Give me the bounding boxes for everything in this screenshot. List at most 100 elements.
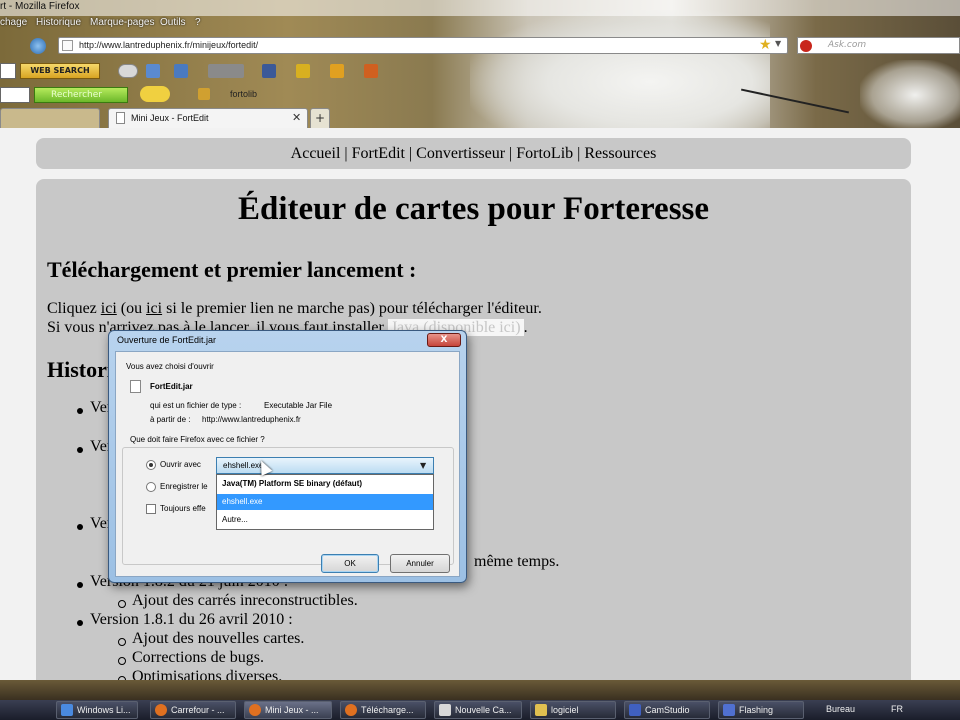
rechercher-button[interactable]: Rechercher [34,87,128,103]
taskbar-button-label: Flashing [739,705,774,715]
option-other[interactable]: Autre... [217,512,433,528]
mail-icon[interactable] [174,64,188,78]
tab-close-icon[interactable]: ✕ [292,111,301,124]
taskbar: Windows Li... Carrefour - ... Mini Jeux … [0,680,960,720]
option-ehshell[interactable]: ehshell.exe [217,494,433,510]
camstudio-icon [629,704,641,716]
list-bullet [77,524,83,530]
download-text: si le premier lien ne marche pas) pour t… [162,300,542,317]
document-icon [116,112,125,124]
fortolib-bookmark[interactable]: fortolib [230,89,257,99]
dialog-close-button[interactable]: X [427,333,461,347]
save-file-radio[interactable] [146,482,156,492]
save-file-label[interactable]: Enregistrer le [160,482,208,491]
toolbar-secondary: Rechercher fortolib [0,86,960,106]
type-label: qui est un fichier de type : [150,401,242,410]
document-icon [439,704,451,716]
menu-item-marque-pages[interactable]: Marque-pages [90,17,154,28]
flashing-icon [723,704,735,716]
taskbar-button-label: logiciel [551,705,579,715]
tab-active[interactable]: Mini Jeux - FortEdit ✕ [108,108,308,128]
toolbar-search-input[interactable] [0,87,30,103]
games-icon[interactable] [296,64,310,78]
web-search-button[interactable]: WEB SEARCH [20,63,100,79]
menu-item-historique[interactable]: Historique [36,17,81,28]
taskbar-button-label: Windows Li... [77,705,131,715]
ask-logo-icon [800,40,812,52]
url-bar[interactable]: http://www.lantreduphenix.fr/minijeux/fo… [58,37,788,54]
taskbar-button-telechargements[interactable]: Télécharge... [340,701,426,719]
taskbar-button-logiciel[interactable]: logiciel [530,701,616,719]
gift-icon[interactable] [364,64,378,78]
window-title: rt - Mozilla Firefox [0,1,80,12]
url-history-dropdown-icon[interactable]: ▼ [775,39,781,48]
nav-link-fortolib[interactable]: FortoLib [516,145,573,162]
web-search-input[interactable] [0,63,16,79]
browser-chrome: rt - Mozilla Firefox chage Historique Ma… [0,0,960,130]
folder-icon [535,704,547,716]
taskbar-button-mini-jeux[interactable]: Mini Jeux - ... [244,701,332,719]
nav-link-accueil[interactable]: Accueil [291,145,341,162]
sublist-bullet [118,600,126,608]
always-do-checkbox[interactable] [146,504,156,514]
download-text: (ou [116,300,147,317]
highlight-icon[interactable] [198,88,210,100]
list-bullet [77,620,83,626]
menu-item-help[interactable]: ? [195,17,201,28]
list-bullet [77,447,83,453]
window-titlebar[interactable]: rt - Mozilla Firefox [0,0,960,16]
download-link-primary[interactable]: ici [101,300,117,317]
download-text: Cliquez [47,300,101,317]
file-open-dialog: Ouverture de FortEdit.jar X Vous avez ch… [108,330,467,583]
smiley-icon[interactable] [140,86,170,102]
nav-link-fortedit[interactable]: FortEdit [352,145,405,162]
nav-link-convertisseur[interactable]: Convertisseur [416,145,505,162]
open-with-radio[interactable] [146,460,156,470]
home-icon[interactable] [30,38,46,54]
menu-item-affichage[interactable]: chage [0,17,27,28]
firefox-icon [155,704,167,716]
nav-separator: | [577,145,581,162]
facebook-icon[interactable] [262,64,276,78]
sublist-bullet [118,657,126,665]
search-placeholder: Ask.com [828,40,867,50]
tab-previous[interactable] [0,108,100,128]
new-tab-button[interactable]: + [310,108,330,128]
page-icon[interactable] [146,64,160,78]
page-title: Éditeur de cartes pour Forteresse [237,191,710,227]
version-1-8-1: Version 1.8.1 du 26 avril 2010 : [90,611,293,628]
download-line-1: Cliquez ici (ou ici si le premier lien n… [47,300,542,318]
always-do-label[interactable]: Toujours effe [160,504,206,513]
application-select[interactable]: ehshell.exe ▼ [216,457,434,474]
version-change: Ajout des carrés inreconstructibles. [132,592,358,609]
list-bullet [77,582,83,588]
application-dropdown-list: Java(TM) Platform SE binary (défaut) ehs… [216,474,434,530]
desktop-toolbar[interactable]: Bureau [826,704,855,714]
menu-item-outils[interactable]: Outils [160,17,186,28]
cancel-button[interactable]: Annuler [390,554,450,573]
source-value: http://www.lantreduphenix.fr [202,415,301,424]
chat-icon[interactable] [330,64,344,78]
open-with-label[interactable]: Ouvrir avec [160,460,201,469]
search-box[interactable]: Ask.com [797,37,960,54]
taskbar-button-windows-live[interactable]: Windows Li... [56,701,138,719]
taskbar-button-carrefour[interactable]: Carrefour - ... [150,701,236,719]
taskbar-button-flashing[interactable]: Flashing [718,701,804,719]
tab-strip: Mini Jeux - FortEdit ✕ + [0,108,960,128]
nav-link-ressources[interactable]: Ressources [584,145,656,162]
globe-icon[interactable] [118,64,138,78]
download-link-mirror[interactable]: ici [146,300,162,317]
version-change: Corrections de bugs. [132,649,264,666]
taskbar-button-nouvelle-carte[interactable]: Nouvelle Ca... [434,701,522,719]
site-navigation: Accueil | FortEdit | Convertisseur | For… [36,138,911,169]
bookmark-star-icon[interactable]: ★ [759,37,772,53]
taskbar-button-camstudio[interactable]: CamStudio [624,701,710,719]
weather-icon[interactable] [208,64,244,78]
option-java[interactable]: Java(TM) Platform SE binary (défaut) [217,476,433,492]
language-indicator[interactable]: FR [891,704,903,714]
version-change: Ajout des nouvelles cartes. [132,630,305,647]
jar-file-icon [130,380,141,393]
ok-button[interactable]: OK [321,554,379,573]
navigation-bar: http://www.lantreduphenix.fr/minijeux/fo… [0,34,960,58]
dialog-body: Vous avez choisi d'ouvrir FortEdit.jar q… [115,351,460,577]
